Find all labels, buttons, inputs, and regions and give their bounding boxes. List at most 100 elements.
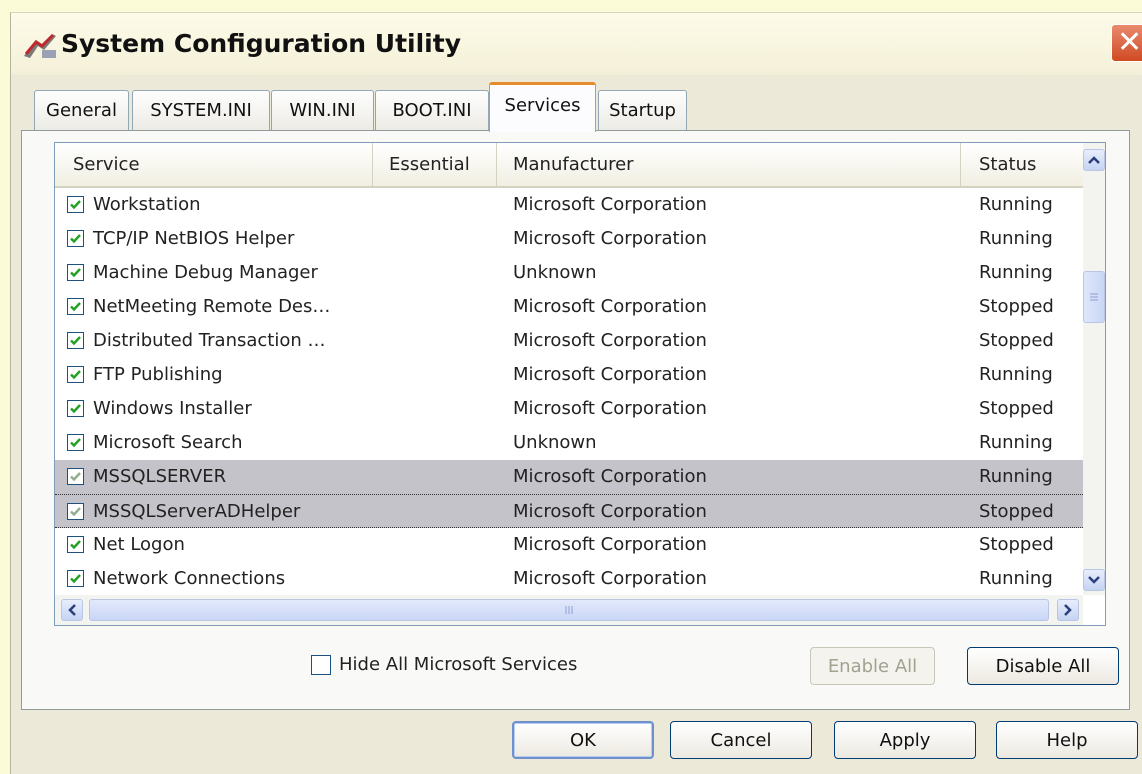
table-row[interactable]: MSSQLSERVER Microsoft Corporation Running [55, 460, 1083, 494]
manufacturer-cell: Microsoft Corporation [513, 534, 707, 555]
service-name-cell: MSSQLSERVER [93, 466, 227, 487]
manufacturer-cell: Microsoft Corporation [513, 194, 707, 215]
checkmark-icon [70, 574, 81, 584]
table-row[interactable]: Net Logon Microsoft Corporation Stopped [55, 528, 1083, 562]
scroll-down-button[interactable] [1083, 569, 1105, 591]
checkmark-icon [70, 472, 81, 482]
horizontal-scroll-thumb[interactable] [89, 599, 1049, 621]
checkmark-icon [70, 404, 81, 414]
chevron-left-icon [68, 604, 76, 616]
service-enabled-checkbox[interactable] [67, 298, 84, 315]
grip-icon [565, 606, 573, 614]
service-enabled-checkbox[interactable] [67, 332, 84, 349]
table-row[interactable]: MSSQLServerADHelper Microsoft Corporation… [55, 494, 1083, 528]
table-row[interactable]: Network Connections Microsoft Corporation… [55, 562, 1083, 596]
title-bar: System Configuration Utility ✕ [11, 13, 1142, 75]
manufacturer-cell: Unknown [513, 262, 597, 283]
disable-all-button[interactable]: Disable All [967, 647, 1119, 685]
service-name-cell: Machine Debug Manager [93, 262, 318, 283]
cancel-button[interactable]: Cancel [670, 721, 812, 759]
scroll-left-button[interactable] [61, 599, 83, 621]
checkmark-icon [70, 370, 81, 380]
service-name-cell: Network Connections [93, 568, 286, 589]
status-cell: Running [979, 568, 1053, 589]
scroll-right-button[interactable] [1057, 599, 1079, 621]
service-name-cell: Net Logon [93, 534, 185, 555]
msconfig-app-icon [24, 33, 56, 58]
status-cell: Running [979, 194, 1053, 215]
help-button[interactable]: Help [996, 721, 1138, 759]
tab-general[interactable]: General [34, 90, 129, 130]
status-cell: Stopped [979, 534, 1054, 555]
status-cell: Stopped [979, 330, 1054, 351]
status-cell: Running [979, 364, 1053, 385]
manufacturer-cell: Microsoft Corporation [513, 296, 707, 317]
tab-services[interactable]: Services [489, 82, 596, 132]
service-enabled-checkbox[interactable] [67, 230, 84, 247]
status-cell: Running [979, 262, 1053, 283]
vertical-scrollbar[interactable] [1083, 143, 1105, 595]
status-cell: Stopped [979, 501, 1054, 522]
service-name-cell: TCP/IP NetBIOS Helper [93, 228, 295, 249]
window-title: System Configuration Utility [61, 29, 461, 58]
column-header-manufacturer[interactable]: Manufacturer [497, 143, 961, 186]
service-enabled-checkbox[interactable] [67, 570, 84, 587]
close-icon: ✕ [1117, 25, 1142, 60]
column-header-service[interactable]: Service [55, 143, 373, 186]
tab-win-ini[interactable]: WIN.INI [271, 90, 374, 130]
table-row[interactable]: NetMeeting Remote Des… Microsoft Corporat… [55, 290, 1083, 324]
service-enabled-checkbox[interactable] [67, 366, 84, 383]
checkmark-icon [70, 507, 81, 517]
service-name-cell: Windows Installer [93, 398, 252, 419]
table-row[interactable]: FTP Publishing Microsoft Corporation Runni… [55, 358, 1083, 392]
chevron-up-icon [1088, 156, 1100, 164]
scroll-up-button[interactable] [1083, 149, 1105, 171]
table-row[interactable]: Workstation Microsoft Corporation Running [55, 188, 1083, 222]
status-cell: Running [979, 466, 1053, 487]
service-enabled-checkbox[interactable] [67, 503, 84, 520]
service-enabled-checkbox[interactable] [67, 196, 84, 213]
service-name-cell: MSSQLServerADHelper [93, 501, 301, 522]
service-enabled-checkbox[interactable] [67, 264, 84, 281]
table-row[interactable]: Machine Debug Manager Unknown Running [55, 256, 1083, 290]
ok-button[interactable]: OK [512, 721, 654, 759]
tab-startup[interactable]: Startup [598, 90, 687, 130]
horizontal-scrollbar[interactable] [55, 595, 1083, 625]
hide-microsoft-services-checkbox[interactable] [311, 655, 331, 675]
table-row[interactable]: Microsoft Search Unknown Running [55, 426, 1083, 460]
service-enabled-checkbox[interactable] [67, 434, 84, 451]
service-enabled-checkbox[interactable] [67, 468, 84, 485]
manufacturer-cell: Microsoft Corporation [513, 228, 707, 249]
service-enabled-checkbox[interactable] [67, 400, 84, 417]
service-enabled-checkbox[interactable] [67, 536, 84, 553]
checkmark-icon [70, 438, 81, 448]
status-cell: Stopped [979, 296, 1054, 317]
enable-all-button[interactable]: Enable All [810, 647, 935, 685]
chevron-right-icon [1064, 604, 1072, 616]
table-row[interactable]: Distributed Transaction … Microsoft Corpo… [55, 324, 1083, 358]
column-header-status[interactable]: Status [961, 143, 1083, 186]
checkmark-icon [70, 268, 81, 278]
service-name-cell: FTP Publishing [93, 364, 223, 385]
table-row[interactable]: TCP/IP NetBIOS Helper Microsoft Corporati… [55, 222, 1083, 256]
tab-system-ini[interactable]: SYSTEM.INI [132, 90, 270, 130]
service-name-cell: Workstation [93, 194, 201, 215]
vertical-scroll-thumb[interactable] [1083, 271, 1105, 323]
apply-button[interactable]: Apply [834, 721, 976, 759]
status-cell: Stopped [979, 398, 1054, 419]
manufacturer-cell: Microsoft Corporation [513, 466, 707, 487]
services-list[interactable]: Service Essential Manufacturer Status Wo… [54, 142, 1106, 626]
table-row[interactable]: Windows Installer Microsoft Corporation St… [55, 392, 1083, 426]
chevron-down-icon [1088, 576, 1100, 584]
checkmark-icon [70, 302, 81, 312]
hide-microsoft-services-label: Hide All Microsoft Services [339, 654, 578, 675]
service-name-cell: Distributed Transaction … [93, 330, 326, 351]
checkmark-icon [70, 200, 81, 210]
checkmark-icon [70, 540, 81, 550]
tab-boot-ini[interactable]: BOOT.INI [375, 90, 489, 130]
manufacturer-cell: Microsoft Corporation [513, 330, 707, 351]
manufacturer-cell: Microsoft Corporation [513, 364, 707, 385]
manufacturer-cell: Microsoft Corporation [513, 501, 707, 522]
column-header-essential[interactable]: Essential [373, 143, 497, 186]
close-button[interactable]: ✕ [1111, 24, 1142, 62]
